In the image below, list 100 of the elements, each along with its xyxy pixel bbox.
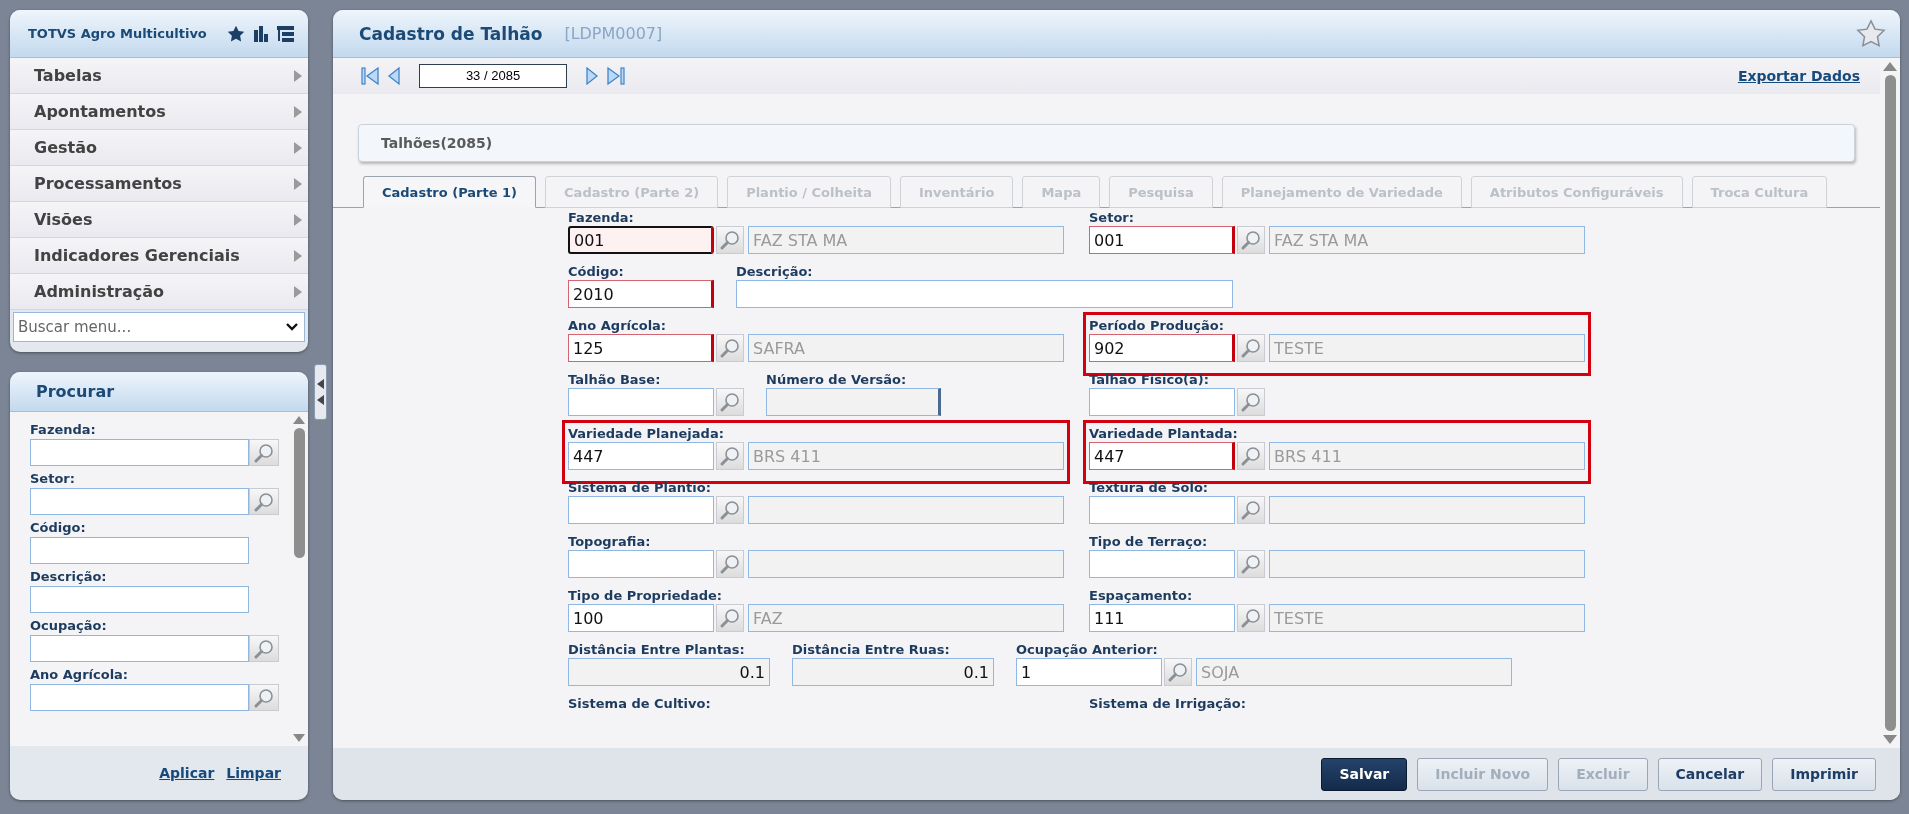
lookup-button[interactable] (716, 334, 744, 362)
menu-item[interactable]: Processamentos (10, 166, 308, 202)
star-icon[interactable] (227, 24, 245, 43)
search-field[interactable] (30, 684, 249, 711)
arrow-right-icon (294, 69, 302, 82)
action-button[interactable]: Salvar (1321, 757, 1408, 791)
field-label: Distância Entre Plantas: (568, 642, 746, 657)
menu-item[interactable]: Indicadores Gerenciais (10, 238, 308, 274)
lookup-button[interactable] (716, 388, 744, 416)
magnifier-icon (253, 490, 275, 513)
bar-chart-icon[interactable] (253, 25, 269, 42)
lookup-button[interactable] (1237, 550, 1265, 578)
lookup-button[interactable] (249, 488, 279, 515)
app-title: TOTVS Agro Multicultivo (28, 26, 208, 41)
description-field[interactable] (1269, 550, 1585, 578)
code-field[interactable] (1089, 550, 1235, 578)
field-label: Sistema de Irrigação: (1089, 696, 1246, 711)
field-label: Espaçamento: (1089, 588, 1194, 603)
description-field[interactable] (748, 550, 1064, 578)
number-field[interactable]: 0.1 (792, 658, 994, 686)
search-field[interactable] (30, 488, 249, 515)
record-position-field[interactable]: 33 / 2085 (419, 63, 567, 88)
scroll-down-icon[interactable] (1883, 735, 1897, 744)
field-label: Talhão Base: (568, 372, 662, 387)
lookup-button[interactable] (1237, 496, 1265, 524)
text-field[interactable]: 2010 (568, 280, 714, 308)
lookup-button[interactable] (1237, 388, 1265, 416)
arrow-right-icon (294, 105, 302, 118)
code-field[interactable]: 100 (568, 604, 714, 632)
code-field[interactable]: 447 (1089, 442, 1235, 470)
scroll-thumb[interactable] (1884, 75, 1896, 731)
code-field[interactable] (568, 550, 714, 578)
export-link[interactable]: Exportar Dados (1737, 67, 1860, 84)
search-field[interactable] (30, 586, 249, 613)
field-label: Talhão Físico(a): (1089, 372, 1210, 387)
magnifier-icon (253, 637, 275, 660)
lookup-button[interactable] (716, 442, 744, 470)
page-code: [LDPM0007] (564, 24, 664, 43)
magnifier-icon (719, 553, 741, 575)
readonly-field[interactable] (766, 388, 941, 416)
lookup-button[interactable] (249, 635, 279, 662)
lookup-button[interactable] (249, 684, 279, 711)
menu-item[interactable]: Gestão (10, 130, 308, 166)
code-field[interactable]: 125 (568, 334, 714, 362)
action-link[interactable]: Aplicar (159, 765, 215, 781)
search-field[interactable] (30, 537, 249, 564)
code-field[interactable]: 001 (1089, 226, 1235, 254)
code-field[interactable]: 001 (568, 226, 714, 254)
code-field[interactable]: 111 (1089, 604, 1235, 632)
group-title: Talhões(2085) (381, 134, 493, 151)
tab[interactable]: Cadastro (Parte 1) (363, 176, 537, 208)
field-label: Distância Entre Ruas: (792, 642, 951, 657)
code-field[interactable]: 902 (1089, 334, 1235, 362)
scroll-up-icon[interactable] (1883, 62, 1897, 71)
lookup-button[interactable] (1237, 334, 1265, 362)
collapse-handle[interactable] (314, 364, 327, 420)
code-field[interactable] (568, 388, 714, 416)
search-field[interactable] (30, 635, 249, 662)
code-field[interactable] (1089, 496, 1235, 524)
action-button[interactable]: Imprimir (1772, 757, 1876, 791)
last-record-icon[interactable] (607, 64, 625, 87)
scroll-up-icon[interactable] (293, 416, 305, 424)
lookup-button[interactable] (249, 439, 279, 466)
tree-list-icon[interactable] (277, 25, 294, 42)
star-outline-icon[interactable] (1856, 18, 1886, 49)
lookup-button[interactable] (716, 550, 744, 578)
magnifier-icon (719, 445, 741, 467)
action-button[interactable]: Cancelar (1657, 757, 1763, 791)
lookup-button[interactable] (716, 226, 744, 254)
description-field[interactable] (748, 496, 1064, 524)
field-label: Código: (568, 264, 625, 279)
scroll-down-icon[interactable] (293, 734, 305, 742)
number-field[interactable]: 0.1 (568, 658, 770, 686)
magnifier-icon (1240, 445, 1262, 467)
arrow-right-icon (294, 141, 302, 154)
lookup-button[interactable] (1237, 226, 1265, 254)
code-field[interactable] (1089, 388, 1235, 416)
lookup-button[interactable] (1164, 658, 1192, 686)
scroll-thumb[interactable] (293, 428, 305, 558)
menu-item[interactable]: Tabelas (10, 58, 308, 94)
lookup-button[interactable] (1237, 604, 1265, 632)
field-label: Setor: (30, 471, 76, 486)
action-link[interactable]: Limpar (226, 765, 281, 781)
first-record-icon[interactable] (361, 64, 379, 87)
menu-item[interactable]: Visões (10, 202, 308, 238)
description-field[interactable] (1269, 496, 1585, 524)
text-field[interactable] (736, 280, 1233, 308)
menu-item[interactable]: Administração (10, 274, 308, 310)
lookup-button[interactable] (1237, 442, 1265, 470)
code-field[interactable]: 447 (568, 442, 714, 470)
lookup-button[interactable] (716, 604, 744, 632)
search-field[interactable] (30, 439, 249, 466)
field-label: Sistema de Cultivo: (568, 696, 711, 711)
code-field[interactable]: 1 (1016, 658, 1162, 686)
field-label: Tipo de Propriedade: (568, 588, 723, 603)
code-field[interactable] (568, 496, 714, 524)
field-label: Fazenda: (30, 422, 97, 437)
menu-item[interactable]: Apontamentos (10, 94, 308, 130)
lookup-button[interactable] (716, 496, 744, 524)
magnifier-icon (1240, 499, 1262, 521)
